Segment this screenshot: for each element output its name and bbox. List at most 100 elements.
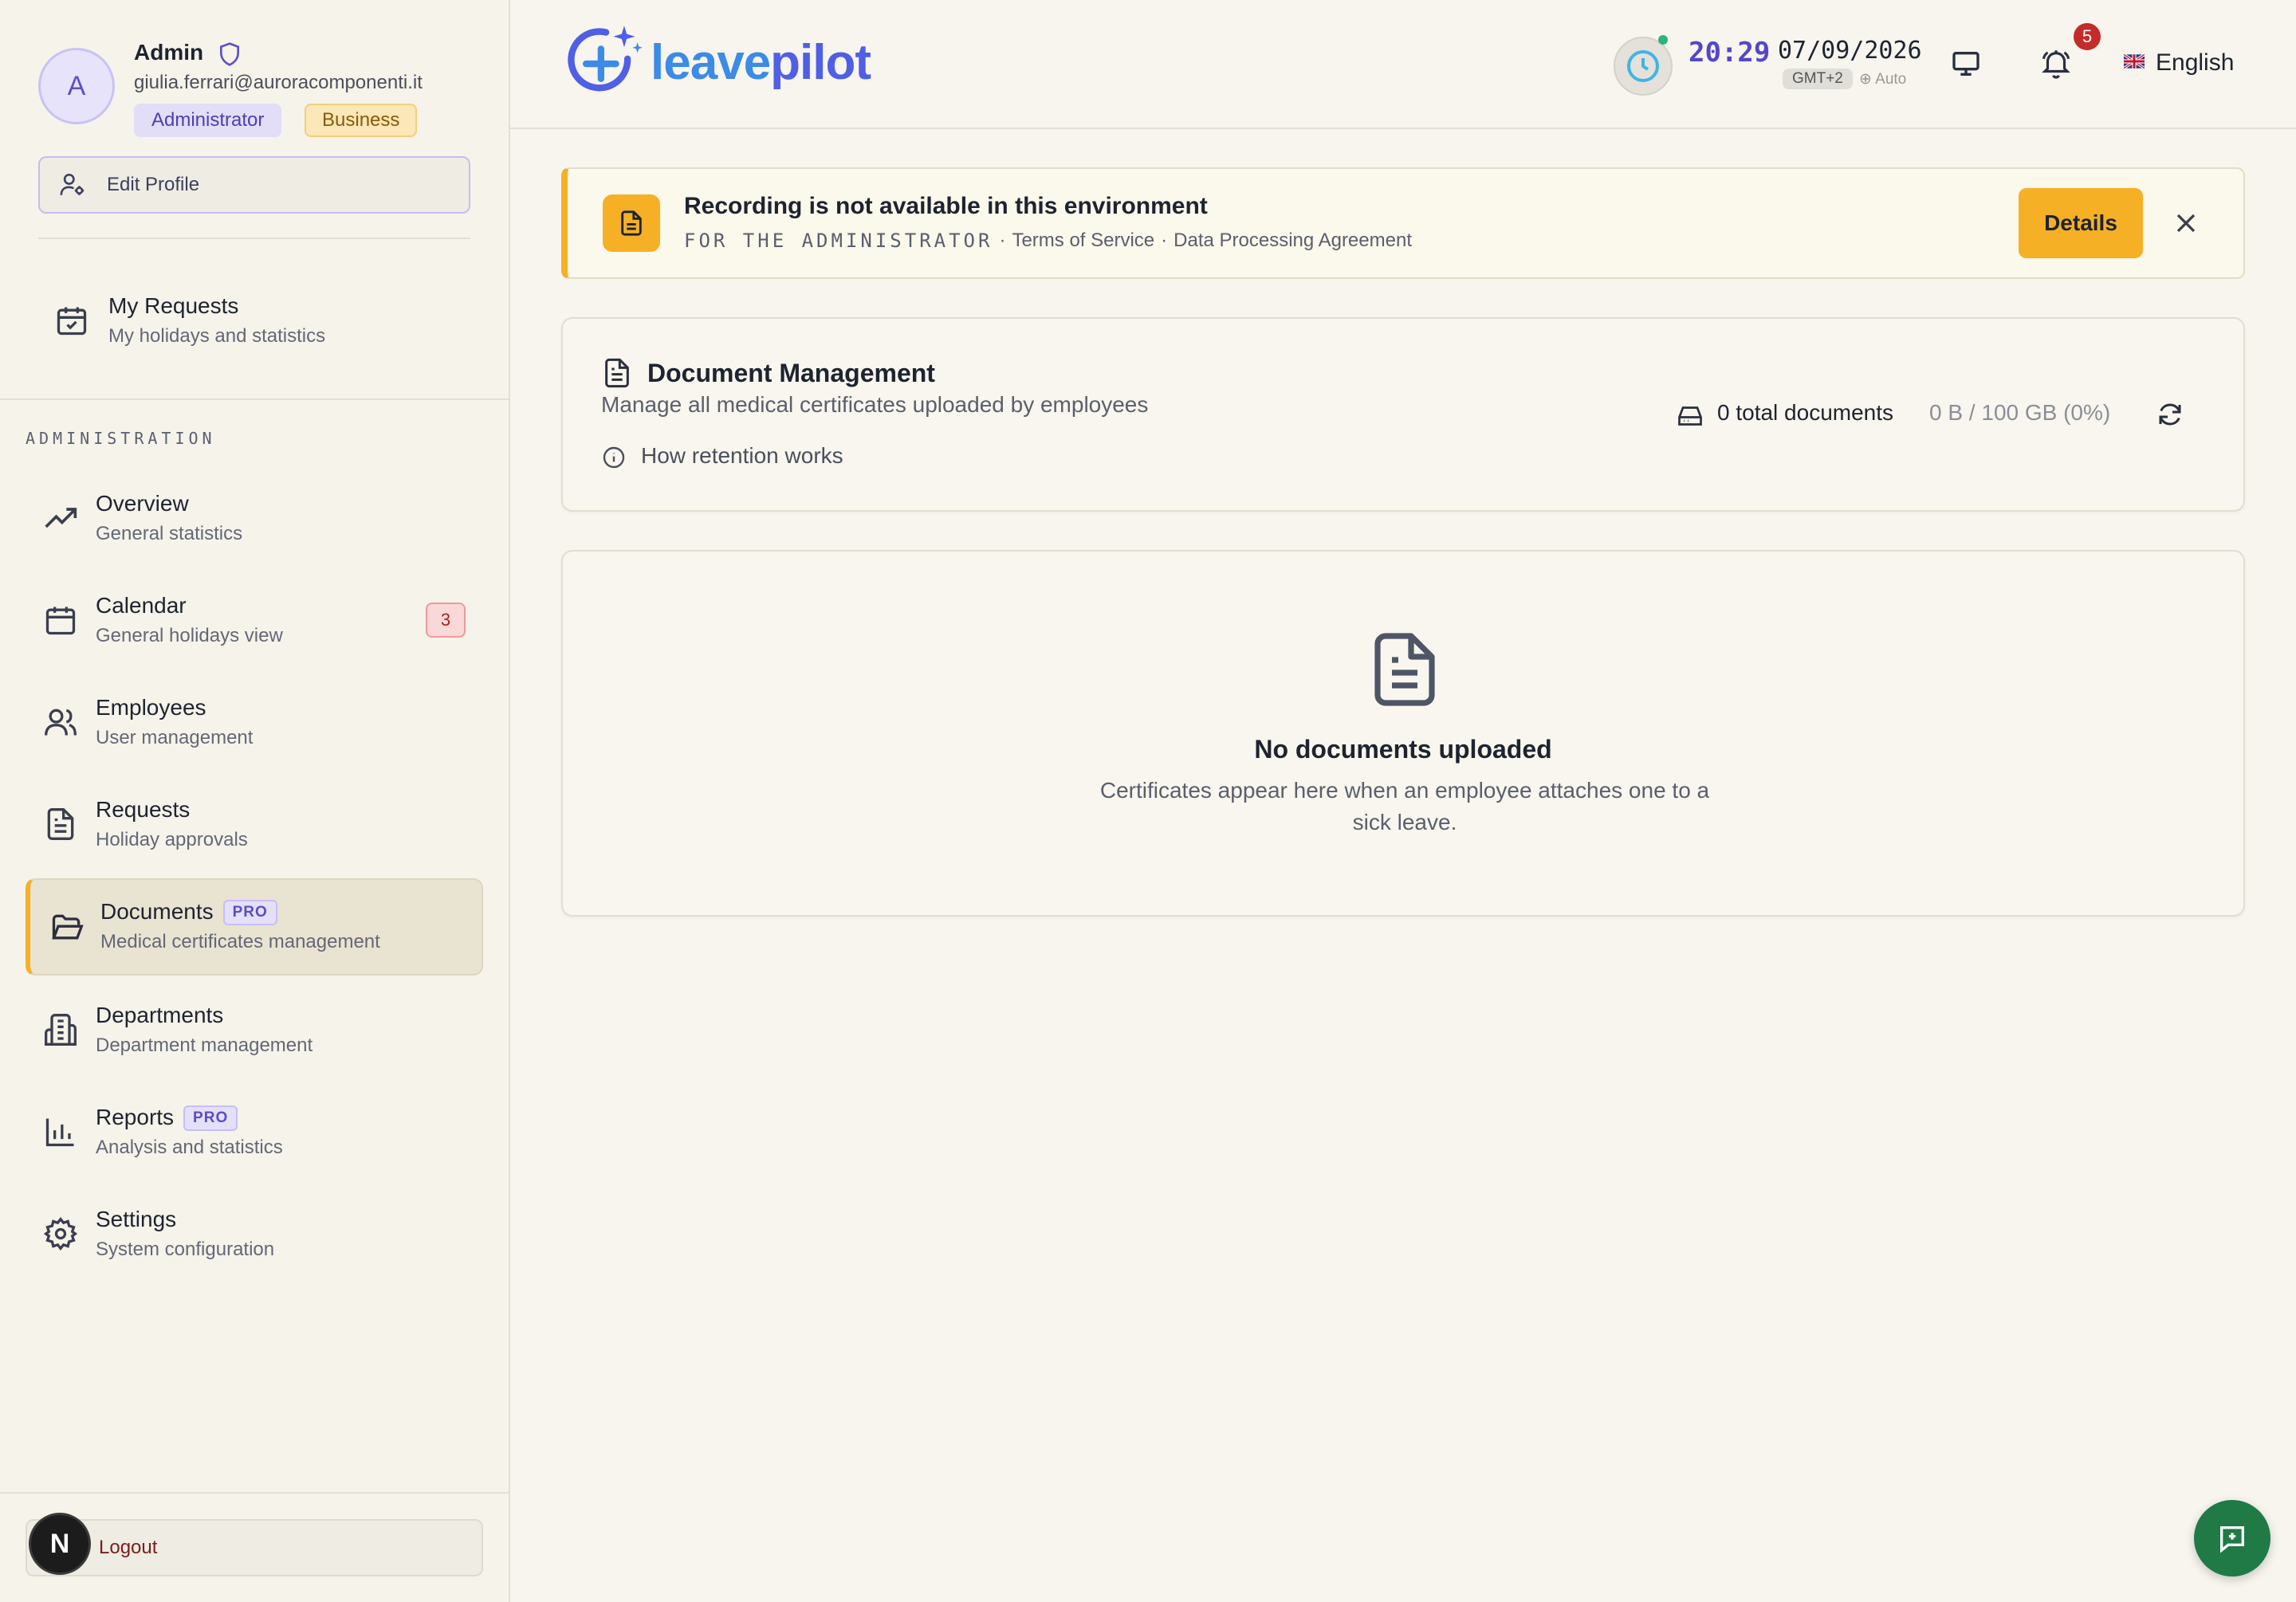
nav-title: Employees	[96, 695, 206, 720]
clock-icon	[1627, 50, 1659, 82]
sidebar-item-requests[interactable]: Requests Holiday approvals	[26, 778, 483, 872]
dev-tools-badge[interactable]: N	[29, 1513, 91, 1575]
nav-title-text: Documents	[100, 899, 214, 924]
logo-wordmark: leavepilot	[651, 34, 871, 91]
data-processing-agreement-link[interactable]: Data Processing Agreement	[1174, 230, 1412, 252]
timezone-mode: ⊕ Auto	[1859, 71, 1907, 88]
clock-time: 20:29	[1689, 37, 1771, 69]
divider	[38, 238, 470, 239]
nav-subtitle: General holidays view	[96, 625, 283, 646]
sidebar-item-my-requests[interactable]: My Requests My holidays and statistics	[26, 274, 483, 368]
language-selector[interactable]: English	[2156, 49, 2234, 77]
section-label-administration: ADMINISTRATION	[26, 429, 216, 448]
role-badge: Administrator	[134, 104, 282, 137]
bell-icon[interactable]	[2039, 46, 2073, 80]
nav-title: Reports PRO	[96, 1105, 238, 1131]
empty-state-description: Certificates appear here when an employe…	[1099, 778, 1710, 834]
shield-icon	[220, 42, 239, 66]
feedback-chat-button[interactable]	[2194, 1500, 2270, 1576]
banner-subtitle: FOR THE ADMINISTRATOR · Terms of Service…	[684, 230, 1412, 252]
user-profile: A Admin giulia.ferrari@auroracomponenti.…	[38, 37, 485, 140]
sidebar-item-overview[interactable]: Overview General statistics	[26, 472, 483, 566]
refresh-icon[interactable]	[2156, 400, 2184, 429]
monitor-icon[interactable]	[1950, 48, 1982, 80]
clock-widget[interactable]	[1614, 37, 1673, 96]
nav-title: Settings	[96, 1207, 177, 1231]
trending-up-icon	[45, 508, 77, 528]
banner-title: Recording is not available in this envir…	[684, 193, 1208, 219]
timezone-badge: GMT+2	[1783, 69, 1853, 89]
plan-badge: Business	[305, 104, 418, 137]
app-root: A Admin giulia.ferrari@auroracomponenti.…	[0, 0, 2296, 1602]
sidebar-item-documents[interactable]: Documents PRO Medical certificates manage…	[26, 878, 483, 976]
separator: ·	[999, 230, 1006, 251]
document-icon	[605, 358, 629, 388]
nav-subtitle: Medical certificates management	[100, 931, 380, 952]
nav-title: My Requests	[108, 293, 239, 318]
message-plus-icon	[2220, 1526, 2244, 1553]
file-text-icon	[47, 808, 74, 840]
section-title: Document Management	[647, 359, 935, 387]
sidebar-item-departments[interactable]: Departments Department management	[26, 984, 483, 1078]
banner-document-icon	[603, 194, 660, 252]
banner-audience: FOR THE ADMINISTRATOR	[684, 230, 993, 252]
calendar-check-icon	[57, 307, 87, 336]
status-dot	[1658, 35, 1668, 45]
logo-plus-sparkle-icon	[568, 26, 643, 92]
nav-subtitle: My holidays and statistics	[108, 325, 326, 347]
hard-drive-icon	[1678, 406, 1702, 426]
close-icon[interactable]	[2170, 207, 2202, 239]
notification-count-badge: 5	[2071, 21, 2103, 53]
nav-title: Documents PRO	[100, 899, 277, 925]
section-subtitle: Manage all medical certificates uploaded…	[601, 392, 1149, 417]
calendar-count-badge: 3	[426, 603, 466, 638]
divider	[0, 399, 510, 400]
sidebar-item-settings[interactable]: Settings System configuration	[26, 1188, 483, 1282]
building-icon	[45, 1014, 77, 1046]
nav-subtitle: Holiday approvals	[96, 829, 248, 850]
nav-subtitle: Department management	[96, 1035, 313, 1056]
sidebar-item-calendar[interactable]: Calendar General holidays view 3	[26, 574, 483, 668]
folder-open-icon	[52, 914, 84, 940]
divider	[0, 1492, 510, 1494]
nav-title: Overview	[96, 491, 189, 516]
empty-document-icon	[1374, 633, 1435, 706]
sidebar-item-employees[interactable]: Employees User management	[26, 676, 483, 770]
details-button[interactable]: Details	[2019, 188, 2143, 258]
bar-chart-icon	[45, 1118, 74, 1147]
top-bar: leavepilot 20:29 07/09/2026 GMT+2 ⊕ Auto…	[510, 0, 2296, 129]
empty-state-title: No documents uploaded	[1254, 735, 1552, 764]
clock-date: 07/09/2026	[1778, 37, 1922, 65]
logout-button[interactable]: Logout	[26, 1519, 483, 1576]
how-retention-works-link[interactable]: How retention works	[641, 443, 843, 469]
logo-text-part2: pilot	[770, 34, 871, 90]
document-icon	[621, 210, 642, 236]
logo-text-part1: leave	[651, 34, 771, 90]
calendar-icon	[45, 607, 76, 635]
nav-title: Departments	[96, 1003, 224, 1027]
recording-notice-banner: Recording is not available in this envir…	[561, 167, 2245, 279]
nav-title: Calendar	[96, 593, 187, 618]
nav-subtitle: User management	[96, 727, 254, 748]
storage-usage: 0 B / 100 GB (0%)	[1929, 400, 2111, 425]
terms-of-service-link[interactable]: Terms of Service	[1012, 230, 1154, 252]
pro-badge: PRO	[222, 900, 277, 925]
logo[interactable]: leavepilot	[563, 21, 871, 104]
edit-profile-label: Edit Profile	[107, 174, 200, 195]
edit-profile-button[interactable]: Edit Profile	[38, 156, 470, 214]
document-management-card: Document Management Manage all medical c…	[561, 317, 2245, 512]
separator: ·	[1161, 230, 1168, 251]
sidebar: A Admin giulia.ferrari@auroracomponenti.…	[0, 0, 510, 1602]
sidebar-item-reports[interactable]: Reports PRO Analysis and statistics	[26, 1086, 483, 1180]
avatar: A	[38, 48, 115, 124]
user-email: giulia.ferrari@auroracomponenti.it	[134, 72, 423, 93]
user-settings-icon	[60, 173, 85, 195]
info-icon	[603, 446, 625, 469]
nav-subtitle: Analysis and statistics	[96, 1137, 283, 1158]
user-name: Admin	[134, 40, 204, 65]
documents-empty-state: No documents uploaded Certificates appea…	[561, 550, 2245, 917]
total-documents-count: 0 total documents	[1717, 400, 1894, 425]
nav-subtitle: General statistics	[96, 523, 243, 544]
gear-icon	[43, 1217, 78, 1251]
pro-badge: PRO	[183, 1105, 238, 1131]
